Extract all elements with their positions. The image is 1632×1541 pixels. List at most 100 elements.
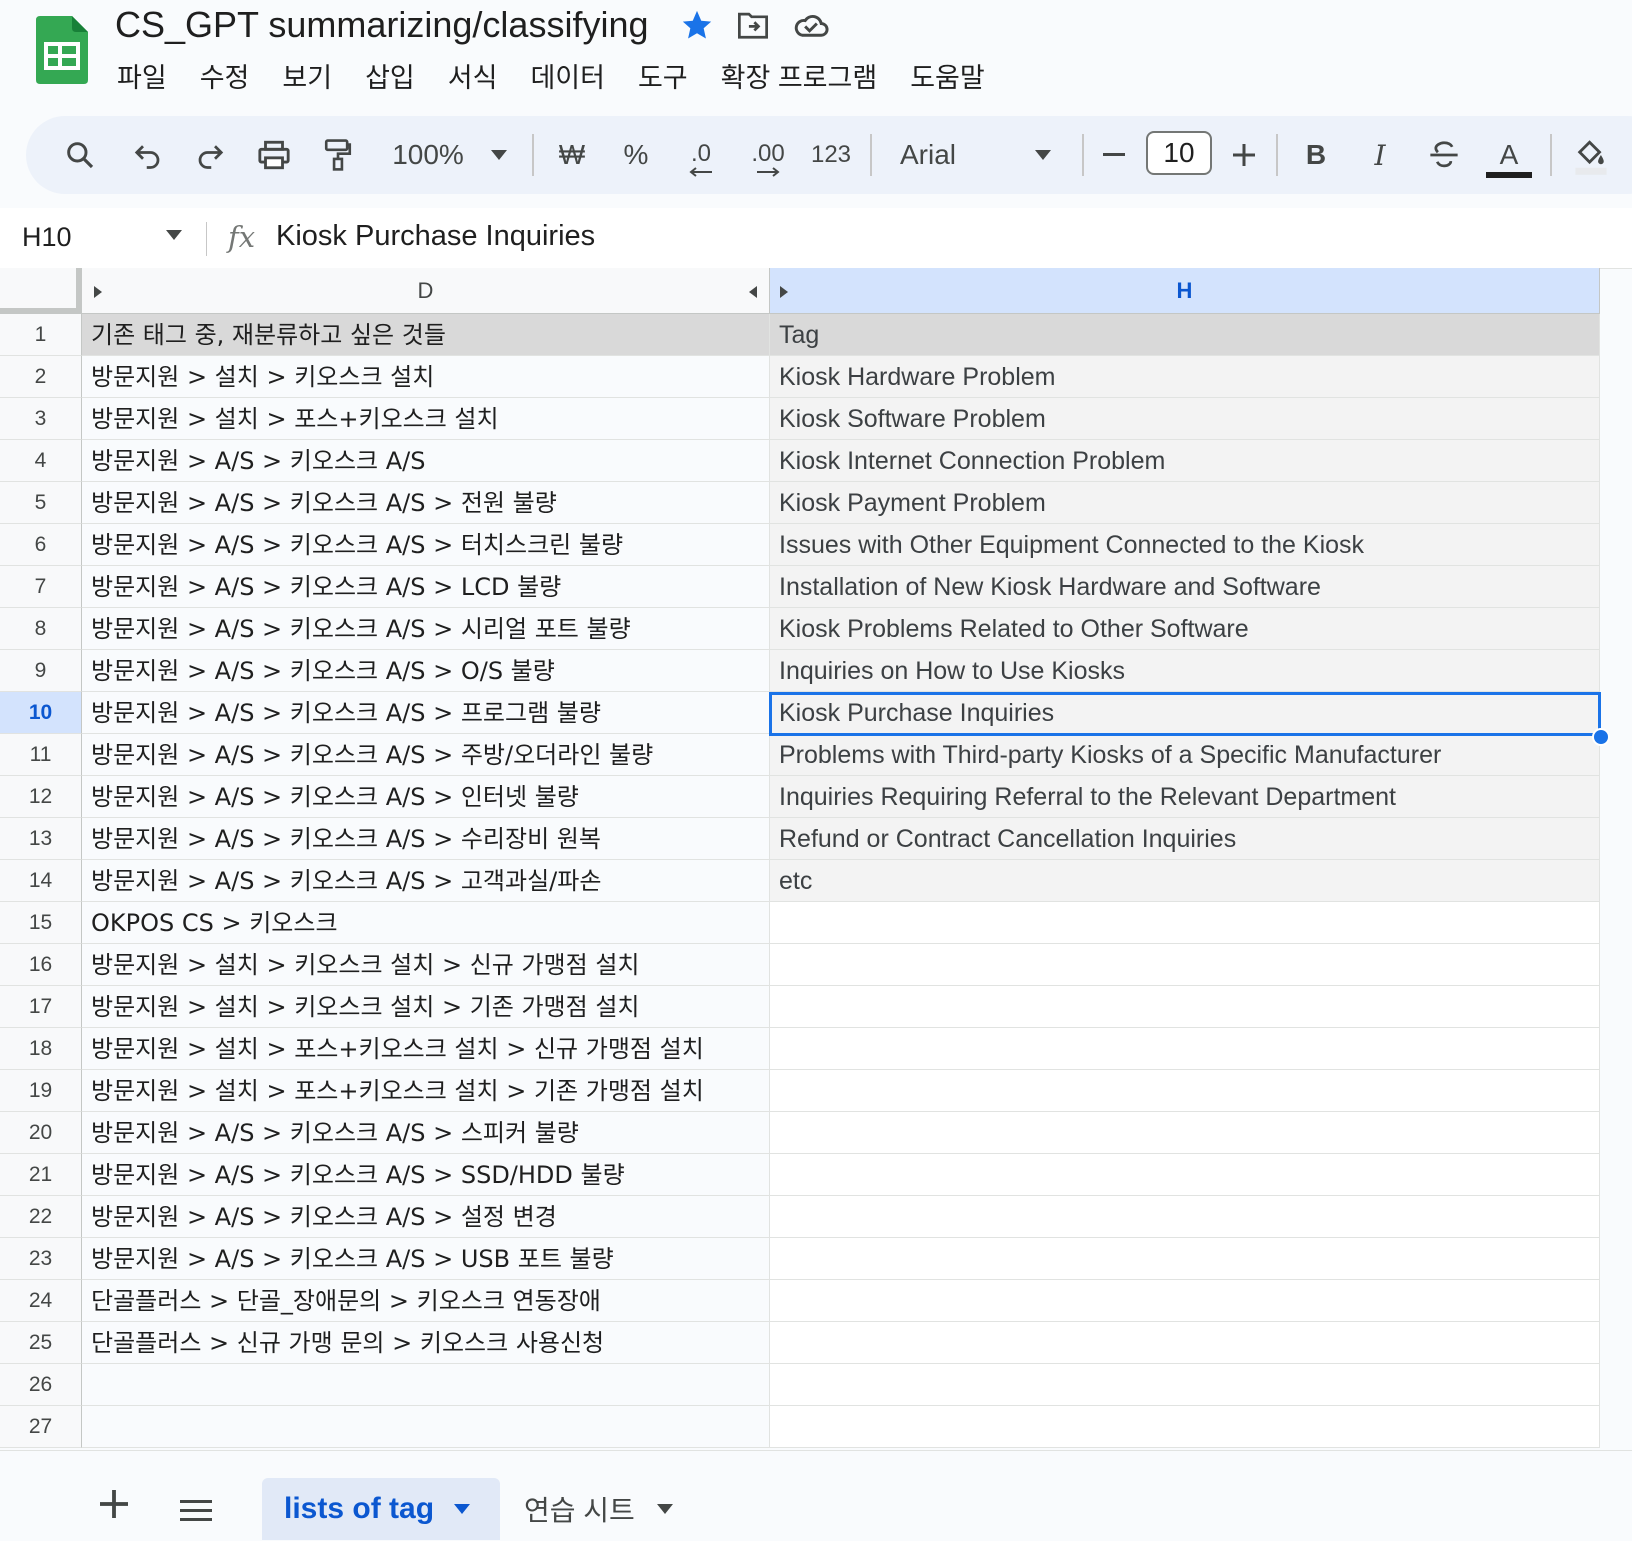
font-dropdown[interactable] bbox=[1030, 116, 1056, 194]
menu-format[interactable]: 서식 bbox=[448, 56, 498, 95]
cell-h[interactable] bbox=[770, 1238, 1600, 1280]
cell-d[interactable]: 방문지원 > A/S > 키오스크 A/S > 수리장비 원복 bbox=[82, 818, 770, 860]
cell-d[interactable]: 방문지원 > 설치 > 포스+키오스크 설치 > 기존 가맹점 설치 bbox=[82, 1070, 770, 1112]
cell-h[interactable]: Refund or Contract Cancellation Inquirie… bbox=[770, 818, 1600, 860]
cell-h[interactable] bbox=[770, 1280, 1600, 1322]
column-header-d[interactable]: D bbox=[82, 268, 770, 314]
cell-d[interactable]: 방문지원 > 설치 > 키오스크 설치 bbox=[82, 356, 770, 398]
redo-button[interactable] bbox=[188, 116, 232, 194]
cell-h[interactable]: Kiosk Internet Connection Problem bbox=[770, 440, 1600, 482]
row-header[interactable]: 11 bbox=[0, 734, 82, 776]
formula-input[interactable]: Kiosk Purchase Inquiries bbox=[276, 220, 595, 253]
cell-d[interactable]: 방문지원 > A/S > 키오스크 A/S > 고객과실/파손 bbox=[82, 860, 770, 902]
caret-down-icon[interactable] bbox=[454, 1504, 471, 1514]
row-header[interactable]: 3 bbox=[0, 398, 82, 440]
caret-down-icon[interactable] bbox=[656, 1504, 673, 1514]
cell-d[interactable]: 방문지원 > A/S > 키오스크 A/S > 시리얼 포트 불량 bbox=[82, 608, 770, 650]
row-header[interactable]: 26 bbox=[0, 1364, 82, 1406]
search-menus-button[interactable] bbox=[58, 116, 102, 194]
cell-d[interactable]: OKPOS CS > 키오스크 bbox=[82, 902, 770, 944]
menu-data[interactable]: 데이터 bbox=[530, 56, 605, 95]
cell-h[interactable]: Inquiries on How to Use Kiosks bbox=[770, 650, 1600, 692]
collapse-columns-icon[interactable] bbox=[749, 286, 757, 298]
star-icon[interactable] bbox=[680, 8, 714, 42]
cell-d[interactable]: 방문지원 > A/S > 키오스크 A/S > SSD/HDD 불량 bbox=[82, 1154, 770, 1196]
font-select[interactable]: Arial bbox=[900, 116, 1000, 194]
cell-d[interactable] bbox=[82, 1406, 770, 1448]
cell-h[interactable] bbox=[770, 1196, 1600, 1238]
cell-d[interactable]: 방문지원 > A/S > 키오스크 A/S > 스피커 불량 bbox=[82, 1112, 770, 1154]
row-header[interactable]: 13 bbox=[0, 818, 82, 860]
add-sheet-icon[interactable] bbox=[100, 1490, 128, 1518]
row-header[interactable]: 14 bbox=[0, 860, 82, 902]
cell-h[interactable]: Inquiries Requiring Referral to the Rele… bbox=[770, 776, 1600, 818]
cell-h[interactable]: Kiosk Purchase Inquiries bbox=[770, 692, 1600, 734]
name-box[interactable]: H10 bbox=[22, 222, 72, 253]
cell-h[interactable] bbox=[770, 1322, 1600, 1364]
cell-h[interactable] bbox=[770, 986, 1600, 1028]
cell-h[interactable]: Kiosk Payment Problem bbox=[770, 482, 1600, 524]
cell-h[interactable] bbox=[770, 902, 1600, 944]
menu-edit[interactable]: 수정 bbox=[200, 56, 250, 95]
cell-d[interactable]: 방문지원 > A/S > 키오스크 A/S bbox=[82, 440, 770, 482]
row-header[interactable]: 8 bbox=[0, 608, 82, 650]
zoom-select[interactable]: 100% bbox=[388, 116, 468, 194]
cell-d[interactable]: 방문지원 > A/S > 키오스크 A/S > 터치스크린 불량 bbox=[82, 524, 770, 566]
cell-h[interactable]: Tag bbox=[770, 314, 1600, 356]
cloud-status-icon[interactable] bbox=[792, 10, 830, 40]
sheets-logo-icon[interactable] bbox=[36, 16, 88, 84]
cell-h[interactable]: Issues with Other Equipment Connected to… bbox=[770, 524, 1600, 566]
row-header[interactable]: 21 bbox=[0, 1154, 82, 1196]
cell-h[interactable] bbox=[770, 1112, 1600, 1154]
cell-h[interactable] bbox=[770, 1364, 1600, 1406]
row-header[interactable]: 15 bbox=[0, 902, 82, 944]
cell-d[interactable]: 단골플러스 > 단골_장애문의 > 키오스크 연동장애 bbox=[82, 1280, 770, 1322]
row-header[interactable]: 25 bbox=[0, 1322, 82, 1364]
menu-view[interactable]: 보기 bbox=[282, 56, 332, 95]
menu-help[interactable]: 도움말 bbox=[910, 56, 985, 95]
row-header[interactable]: 10 bbox=[0, 692, 82, 734]
row-header[interactable]: 9 bbox=[0, 650, 82, 692]
cell-h[interactable] bbox=[770, 944, 1600, 986]
cell-h[interactable] bbox=[770, 1028, 1600, 1070]
menu-file[interactable]: 파일 bbox=[117, 56, 167, 95]
more-formats-button[interactable]: 123 bbox=[806, 116, 856, 194]
row-header[interactable]: 17 bbox=[0, 986, 82, 1028]
increase-font-size-button[interactable] bbox=[1226, 116, 1262, 194]
cell-d[interactable]: 방문지원 > A/S > 키오스크 A/S > LCD 불량 bbox=[82, 566, 770, 608]
expand-columns-icon[interactable] bbox=[780, 286, 788, 298]
caret-down-icon[interactable] bbox=[166, 230, 182, 240]
cell-h[interactable]: etc bbox=[770, 860, 1600, 902]
row-header[interactable]: 19 bbox=[0, 1070, 82, 1112]
menu-tools[interactable]: 도구 bbox=[638, 56, 688, 95]
row-header[interactable]: 22 bbox=[0, 1196, 82, 1238]
row-header[interactable]: 1 bbox=[0, 314, 82, 356]
fill-handle[interactable] bbox=[1592, 728, 1610, 746]
document-title[interactable]: CS_GPT summarizing/classifying bbox=[115, 4, 649, 46]
row-header[interactable]: 7 bbox=[0, 566, 82, 608]
row-header[interactable]: 6 bbox=[0, 524, 82, 566]
row-header[interactable]: 2 bbox=[0, 356, 82, 398]
increase-decimal-button[interactable]: .00 bbox=[740, 116, 796, 194]
sheet-tab-practice[interactable]: 연습 시트 bbox=[508, 1478, 673, 1540]
menu-extensions[interactable]: 확장 프로그램 bbox=[721, 56, 878, 95]
font-size-input[interactable]: 10 bbox=[1146, 131, 1212, 175]
row-header[interactable]: 18 bbox=[0, 1028, 82, 1070]
move-folder-icon[interactable] bbox=[736, 10, 770, 40]
cell-h[interactable]: Kiosk Software Problem bbox=[770, 398, 1600, 440]
cell-d[interactable]: 방문지원 > A/S > 키오스크 A/S > 전원 불량 bbox=[82, 482, 770, 524]
row-header[interactable]: 27 bbox=[0, 1406, 82, 1448]
cell-d[interactable]: 방문지원 > 설치 > 포스+키오스크 설치 bbox=[82, 398, 770, 440]
cell-d[interactable]: 방문지원 > 설치 > 키오스크 설치 > 신규 가맹점 설치 bbox=[82, 944, 770, 986]
cell-d[interactable]: 방문지원 > A/S > 키오스크 A/S > USB 포트 불량 bbox=[82, 1238, 770, 1280]
zoom-dropdown[interactable] bbox=[484, 116, 514, 194]
percent-format-button[interactable]: % bbox=[616, 116, 656, 194]
column-header-h[interactable]: H bbox=[770, 268, 1600, 314]
cell-h[interactable] bbox=[770, 1154, 1600, 1196]
row-header[interactable]: 5 bbox=[0, 482, 82, 524]
cell-d[interactable]: 기존 태그 중, 재분류하고 싶은 것들 bbox=[82, 314, 770, 356]
row-header[interactable]: 20 bbox=[0, 1112, 82, 1154]
paint-format-button[interactable] bbox=[316, 116, 360, 194]
strikethrough-button[interactable] bbox=[1422, 116, 1466, 194]
cell-h[interactable]: Problems with Third-party Kiosks of a Sp… bbox=[770, 734, 1600, 776]
